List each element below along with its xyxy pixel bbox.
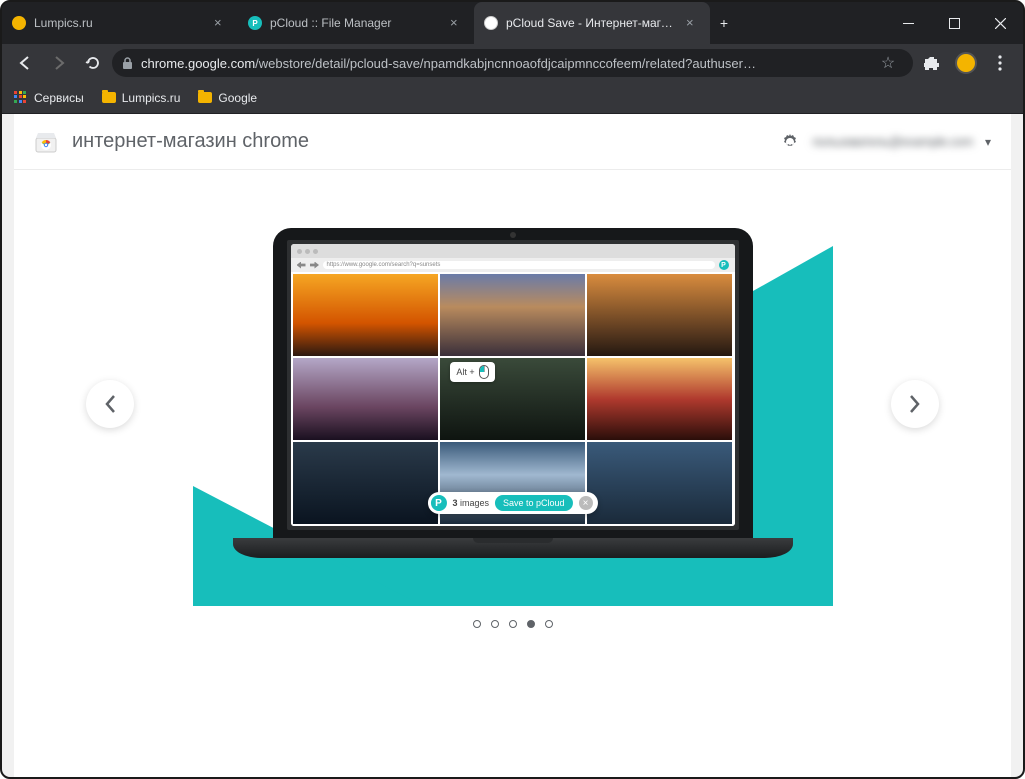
laptop-mockup: https://www.google.com/search?q=sunsets … bbox=[273, 228, 753, 558]
carousel-dot[interactable] bbox=[473, 620, 481, 628]
mouse-icon bbox=[479, 365, 489, 379]
browser-toolbar: chrome.google.com/webstore/detail/pcloud… bbox=[2, 44, 1023, 82]
screenshot-carousel: https://www.google.com/search?q=sunsets … bbox=[14, 170, 1011, 638]
window-titlebar: Lumpics.ru × P pCloud :: File Manager × … bbox=[2, 2, 1023, 44]
mock-image bbox=[587, 358, 732, 440]
tab-title: Lumpics.ru bbox=[34, 16, 206, 30]
bookmark-label: Сервисы bbox=[34, 91, 84, 105]
url-text: chrome.google.com/webstore/detail/pcloud… bbox=[141, 56, 756, 71]
mock-url: https://www.google.com/search?q=sunsets bbox=[323, 261, 715, 269]
mock-image bbox=[293, 358, 438, 440]
browser-tab-1[interactable]: P pCloud :: File Manager × bbox=[238, 2, 474, 44]
bookmark-apps[interactable]: Сервисы bbox=[14, 91, 84, 105]
mock-image bbox=[587, 274, 732, 356]
favicon-icon bbox=[12, 16, 26, 30]
apps-grid-icon bbox=[14, 91, 28, 105]
carousel-prev-button[interactable] bbox=[86, 380, 134, 428]
carousel-dot[interactable] bbox=[545, 620, 553, 628]
store-header: интернет-магазин chrome пользователь@exa… bbox=[14, 114, 1011, 170]
extensions-icon[interactable] bbox=[917, 48, 947, 78]
alt-label: Alt + bbox=[456, 367, 474, 377]
store-title: интернет-магазин chrome bbox=[72, 130, 309, 153]
carousel-next-button[interactable] bbox=[891, 380, 939, 428]
gear-icon[interactable] bbox=[780, 132, 800, 152]
address-bar[interactable]: chrome.google.com/webstore/detail/pcloud… bbox=[112, 49, 913, 77]
browser-menu-icon[interactable] bbox=[985, 48, 1015, 78]
image-count: 3 images bbox=[452, 498, 489, 508]
bookmark-folder-google[interactable]: Google bbox=[198, 91, 257, 105]
favicon-icon: P bbox=[248, 16, 262, 30]
browser-tab-0[interactable]: Lumpics.ru × bbox=[2, 2, 238, 44]
lock-icon bbox=[122, 57, 133, 70]
window-maximize-button[interactable] bbox=[931, 2, 977, 44]
close-icon[interactable]: × bbox=[450, 16, 464, 30]
alt-click-hint: Alt + bbox=[450, 362, 494, 382]
pcloud-icon: P bbox=[430, 495, 446, 511]
page-content: интернет-магазин chrome пользователь@exa… bbox=[2, 114, 1023, 777]
save-to-pcloud-pill: P 3 images Save to pCloud × bbox=[427, 492, 597, 514]
tab-title: pCloud :: File Manager bbox=[270, 16, 442, 30]
folder-icon bbox=[198, 92, 212, 103]
window-close-button[interactable] bbox=[977, 2, 1023, 44]
mock-back-icon bbox=[297, 262, 306, 269]
nav-reload-button[interactable] bbox=[78, 48, 108, 78]
bookmark-label: Lumpics.ru bbox=[122, 91, 181, 105]
close-icon[interactable]: × bbox=[214, 16, 228, 30]
chevron-down-icon[interactable]: ▾ bbox=[985, 135, 991, 149]
mock-forward-icon bbox=[310, 262, 319, 269]
carousel-dot[interactable] bbox=[491, 620, 499, 628]
carousel-dot[interactable] bbox=[509, 620, 517, 628]
bookmark-star-icon[interactable]: ☆ bbox=[873, 48, 903, 78]
nav-back-button[interactable] bbox=[10, 48, 40, 78]
save-to-pcloud-button: Save to pCloud bbox=[495, 495, 573, 511]
close-icon: × bbox=[579, 496, 593, 510]
bookmarks-bar: Сервисы Lumpics.ru Google bbox=[2, 82, 1023, 114]
chrome-web-store-icon bbox=[34, 130, 58, 154]
new-tab-button[interactable]: + bbox=[710, 2, 738, 44]
mock-image bbox=[587, 442, 732, 524]
mock-image bbox=[293, 274, 438, 356]
browser-tab-2[interactable]: pCloud Save - Интернет-магази × bbox=[474, 2, 710, 44]
carousel-dot[interactable] bbox=[527, 620, 535, 628]
tab-title: pCloud Save - Интернет-магази bbox=[506, 16, 678, 30]
user-email[interactable]: пользователь@example.com bbox=[812, 134, 973, 149]
folder-icon bbox=[102, 92, 116, 103]
window-minimize-button[interactable] bbox=[885, 2, 931, 44]
carousel-dots bbox=[62, 620, 963, 628]
close-icon[interactable]: × bbox=[686, 16, 700, 30]
bookmark-label: Google bbox=[218, 91, 257, 105]
mock-image bbox=[293, 442, 438, 524]
bookmark-folder-lumpics[interactable]: Lumpics.ru bbox=[102, 91, 181, 105]
mock-image bbox=[440, 274, 585, 356]
nav-forward-button[interactable] bbox=[44, 48, 74, 78]
favicon-icon bbox=[484, 16, 498, 30]
profile-avatar[interactable] bbox=[951, 48, 981, 78]
carousel-slide: https://www.google.com/search?q=sunsets … bbox=[193, 210, 833, 606]
pcloud-icon: P bbox=[719, 260, 729, 270]
